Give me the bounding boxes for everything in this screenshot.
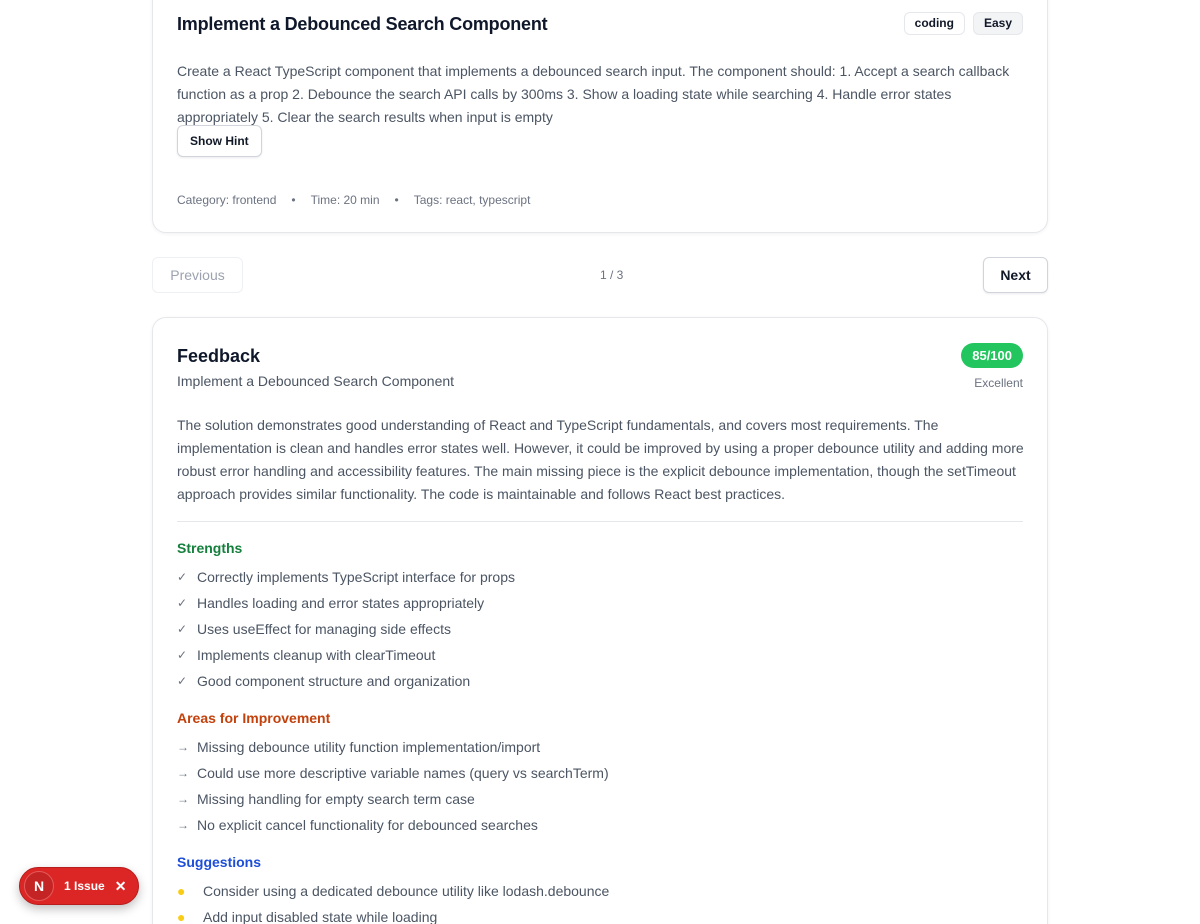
strengths-list: ✓ Correctly implements TypeScript interfa… [177, 564, 515, 694]
list-item: → Missing handling for empty search term … [177, 786, 609, 812]
list-item: ✓ Good component structure and organizati… [177, 668, 515, 694]
next-logo-icon: N [24, 871, 54, 901]
suggestions-heading: Suggestions [177, 854, 262, 870]
lightbulb-icon: ● [177, 883, 186, 899]
list-item: ✓ Uses useEffect for managing side effect… [177, 616, 515, 642]
list-item: ● Consider using a dedicated debounce uti… [177, 878, 609, 904]
score-badge: 85/100 [961, 343, 1023, 368]
checkmark-icon: ✓ [177, 674, 188, 688]
list-item-text: Implements cleanup with clearTimeout [197, 647, 436, 663]
feedback-summary: The solution demonstrates good understan… [177, 417, 1024, 502]
arrow-right-icon: → [177, 792, 189, 806]
list-item-text: Add input disabled state while loading [203, 909, 438, 924]
checkmark-icon: ✓ [177, 596, 188, 610]
question-counter: 1 / 3 [600, 268, 624, 282]
next-button[interactable]: Next [983, 257, 1048, 293]
list-item: ● Add input disabled state while loading [177, 904, 609, 924]
list-item-text: Missing debounce utility function implem… [197, 739, 541, 755]
question-meta: Category: frontend • Time: 20 min • Tags… [177, 193, 530, 207]
meta-time: Time: 20 min [310, 193, 380, 207]
list-item-text: Handles loading and error states appropr… [197, 595, 485, 611]
list-item-text: Correctly implements TypeScript interfac… [197, 569, 515, 585]
score-label: Excellent [974, 376, 1023, 390]
improvements-list: → Missing debounce utility function imple… [177, 734, 609, 838]
question-description: Create a React TypeScript component that… [177, 63, 1010, 125]
question-title: Implement a Debounced Search Component [177, 14, 548, 34]
list-item: → No explicit cancel functionality for de… [177, 812, 609, 838]
meta-tags: Tags: react, typescript [413, 193, 531, 207]
feedback-card: Feedback Implement a Debounced Search Co… [152, 317, 1048, 924]
improvements-heading: Areas for Improvement [177, 710, 331, 726]
list-item-text: Consider using a dedicated debounce util… [203, 883, 610, 899]
checkmark-icon: ✓ [177, 622, 188, 636]
meta-separator: • [394, 193, 399, 207]
list-item-text: Missing handling for empty search term c… [197, 791, 475, 807]
list-item: ✓ Handles loading and error states approp… [177, 590, 515, 616]
list-item: → Could use more descriptive variable nam… [177, 760, 609, 786]
issue-count[interactable]: 1 Issue [64, 879, 105, 893]
list-item: ✓ Implements cleanup with clearTimeout [177, 642, 515, 668]
question-card: Implement a Debounced Search Component c… [152, 0, 1048, 233]
close-icon[interactable]: ✕ [115, 878, 127, 895]
strengths-heading: Strengths [177, 540, 243, 556]
arrow-right-icon: → [177, 740, 189, 754]
issues-indicator[interactable]: N 1 Issue ✕ [19, 867, 139, 905]
list-item-text: Uses useEffect for managing side effects [197, 621, 451, 637]
list-item: ✓ Correctly implements TypeScript interfa… [177, 564, 515, 590]
list-item-text: No explicit cancel functionality for deb… [197, 817, 538, 833]
meta-separator: • [291, 193, 296, 207]
show-hint-button[interactable]: Show Hint [177, 125, 262, 157]
feedback-title: Feedback [177, 346, 261, 366]
type-badge: coding [903, 12, 965, 35]
question-badges: coding Easy [903, 12, 1023, 35]
list-item-text: Good component structure and organizatio… [197, 673, 471, 689]
feedback-subtitle: Implement a Debounced Search Component [177, 373, 455, 389]
checkmark-icon: ✓ [177, 648, 188, 662]
arrow-right-icon: → [177, 766, 189, 780]
meta-category: Category: frontend [177, 193, 277, 207]
list-item-text: Could use more descriptive variable name… [197, 765, 609, 781]
list-item: → Missing debounce utility function imple… [177, 734, 609, 760]
divider [177, 521, 1023, 522]
checkmark-icon: ✓ [177, 570, 188, 584]
suggestions-list: ● Consider using a dedicated debounce uti… [177, 878, 609, 924]
arrow-right-icon: → [177, 818, 189, 832]
previous-button[interactable]: Previous [152, 257, 243, 293]
difficulty-badge: Easy [972, 12, 1023, 35]
lightbulb-icon: ● [177, 909, 186, 924]
